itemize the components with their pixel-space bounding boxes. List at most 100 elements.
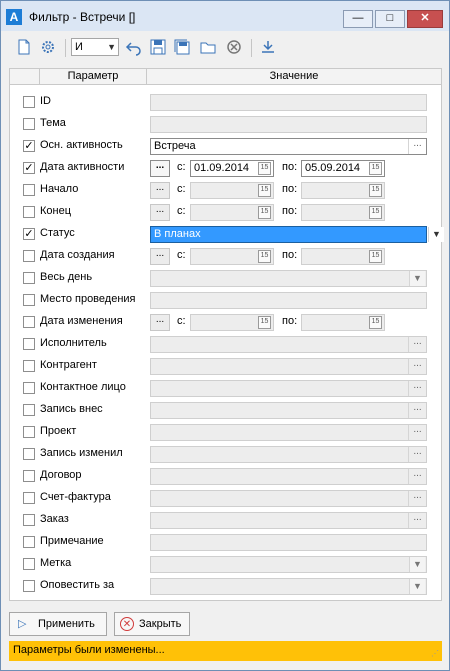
ellipsis-icon[interactable]: ... [408, 425, 426, 440]
row-lookup-field[interactable]: Встреча... [150, 138, 427, 155]
row-lookup-field[interactable]: ... [150, 468, 427, 485]
calendar-icon[interactable]: 15 [258, 316, 271, 329]
ellipsis-icon[interactable]: ... [408, 359, 426, 374]
row-text-field[interactable] [150, 116, 427, 133]
calendar-icon[interactable]: 15 [369, 316, 382, 329]
chevron-down-icon[interactable]: ▼ [409, 557, 425, 572]
row-lookup-field[interactable]: ... [150, 446, 427, 463]
row-checkbox[interactable] [23, 316, 35, 328]
row-checkbox[interactable] [23, 470, 35, 482]
row-text-field[interactable] [150, 94, 427, 111]
row-lookup-field[interactable]: ... [150, 380, 427, 397]
ellipsis-icon[interactable]: ... [408, 403, 426, 418]
ellipsis-icon[interactable]: ... [408, 491, 426, 506]
row-checkbox[interactable] [23, 492, 35, 504]
ellipsis-icon[interactable]: ... [408, 469, 426, 484]
resize-grip-icon[interactable]: ⋰ [431, 649, 439, 658]
save-all-icon[interactable] [173, 38, 193, 58]
ellipsis-icon[interactable]: ... [408, 139, 426, 154]
row-checkbox[interactable] [23, 272, 35, 284]
header-parameter[interactable]: Параметр [40, 69, 147, 84]
row-checkbox[interactable]: ✓ [23, 228, 35, 240]
settings-gear-icon[interactable] [39, 38, 59, 58]
date-from-field[interactable]: 15 [190, 248, 274, 265]
import-icon[interactable] [259, 38, 279, 58]
maximize-button[interactable]: □ [375, 10, 405, 28]
row-checkbox[interactable] [23, 338, 35, 350]
date-picker-button[interactable]: ... [150, 204, 170, 221]
row-checkbox[interactable]: ✓ [23, 162, 35, 174]
date-picker-button[interactable]: ... [150, 182, 170, 199]
ellipsis-icon[interactable]: ... [408, 513, 426, 528]
calendar-icon[interactable]: 15 [369, 250, 382, 263]
calendar-icon[interactable]: 15 [258, 206, 271, 219]
row-lookup-field[interactable]: ... [150, 424, 427, 441]
calendar-icon[interactable]: 15 [258, 250, 271, 263]
calendar-icon[interactable]: 15 [258, 184, 271, 197]
close-button[interactable]: ✕ Закрыть [114, 612, 190, 636]
minimize-button[interactable]: — [343, 10, 373, 28]
row-text-field[interactable] [150, 292, 427, 309]
row-select[interactable]: ▼ [150, 578, 427, 595]
folder-icon[interactable] [199, 38, 219, 58]
date-picker-button[interactable]: ... [150, 160, 170, 177]
date-picker-button[interactable]: ... [150, 248, 170, 265]
calendar-icon[interactable]: 15 [369, 184, 382, 197]
row-select[interactable]: ▼ [150, 556, 427, 573]
ellipsis-icon[interactable]: ... [408, 381, 426, 396]
row-checkbox[interactable] [23, 294, 35, 306]
row-text-field[interactable] [150, 534, 427, 551]
row-checkbox[interactable] [23, 404, 35, 416]
chevron-down-icon[interactable]: ▼ [428, 227, 444, 242]
row-select[interactable]: ▼ [150, 270, 427, 287]
date-to-field[interactable]: 05.09.2014 15 [301, 160, 385, 177]
calendar-icon[interactable]: 15 [258, 162, 271, 175]
row-select[interactable]: В планах ▼ [150, 226, 444, 243]
date-picker-button[interactable]: ... [150, 314, 170, 331]
ellipsis-icon[interactable]: ... [408, 447, 426, 462]
operator-select[interactable]: И ▼ [71, 38, 119, 56]
row-lookup-field[interactable]: ... [150, 512, 427, 529]
ellipsis-icon[interactable]: ... [408, 337, 426, 352]
date-from-field[interactable]: 15 [190, 204, 274, 221]
date-from-field[interactable]: 15 [190, 314, 274, 331]
row-lookup-field[interactable]: ... [150, 402, 427, 419]
row-checkbox[interactable] [23, 118, 35, 130]
chevron-down-icon[interactable]: ▼ [409, 271, 425, 286]
row-checkbox[interactable] [23, 426, 35, 438]
date-to-field[interactable]: 15 [301, 248, 385, 265]
chevron-down-icon[interactable]: ▼ [409, 579, 425, 594]
row-checkbox[interactable] [23, 250, 35, 262]
title-bar[interactable]: A Фильтр - Встречи [] — □ ✕ [1, 1, 449, 31]
apply-button-label: Применить [38, 618, 95, 630]
calendar-icon[interactable]: 15 [369, 206, 382, 219]
row-checkbox[interactable] [23, 536, 35, 548]
date-to-field[interactable]: 15 [301, 204, 385, 221]
row-checkbox[interactable] [23, 580, 35, 592]
row-lookup-field[interactable]: ... [150, 336, 427, 353]
date-from-field[interactable]: 15 [190, 182, 274, 199]
row-checkbox[interactable] [23, 382, 35, 394]
date-to-field[interactable]: 15 [301, 314, 385, 331]
row-checkbox[interactable]: ✓ [23, 140, 35, 152]
row-checkbox[interactable] [23, 184, 35, 196]
date-from-field[interactable]: 01.09.2014 15 [190, 160, 274, 177]
new-document-icon[interactable] [15, 38, 35, 58]
close-window-button[interactable]: ✕ [407, 10, 443, 28]
cancel-icon[interactable] [225, 38, 245, 58]
save-icon[interactable] [149, 38, 169, 58]
calendar-icon[interactable]: 15 [369, 162, 382, 175]
row-checkbox[interactable] [23, 448, 35, 460]
row-checkbox[interactable] [23, 206, 35, 218]
row-lookup-field[interactable]: ... [150, 490, 427, 507]
row-checkbox[interactable] [23, 96, 35, 108]
row-checkbox[interactable] [23, 514, 35, 526]
undo-icon[interactable] [125, 38, 145, 58]
header-value[interactable]: Значение [147, 69, 441, 84]
row-lookup-field[interactable]: ... [150, 358, 427, 375]
apply-button[interactable]: ▷ Применить [9, 612, 107, 636]
date-to-field[interactable]: 15 [301, 182, 385, 199]
row-checkbox[interactable] [23, 360, 35, 372]
filter-row: Дата изменения... с: 15 по: 15 [10, 311, 441, 333]
row-checkbox[interactable] [23, 558, 35, 570]
